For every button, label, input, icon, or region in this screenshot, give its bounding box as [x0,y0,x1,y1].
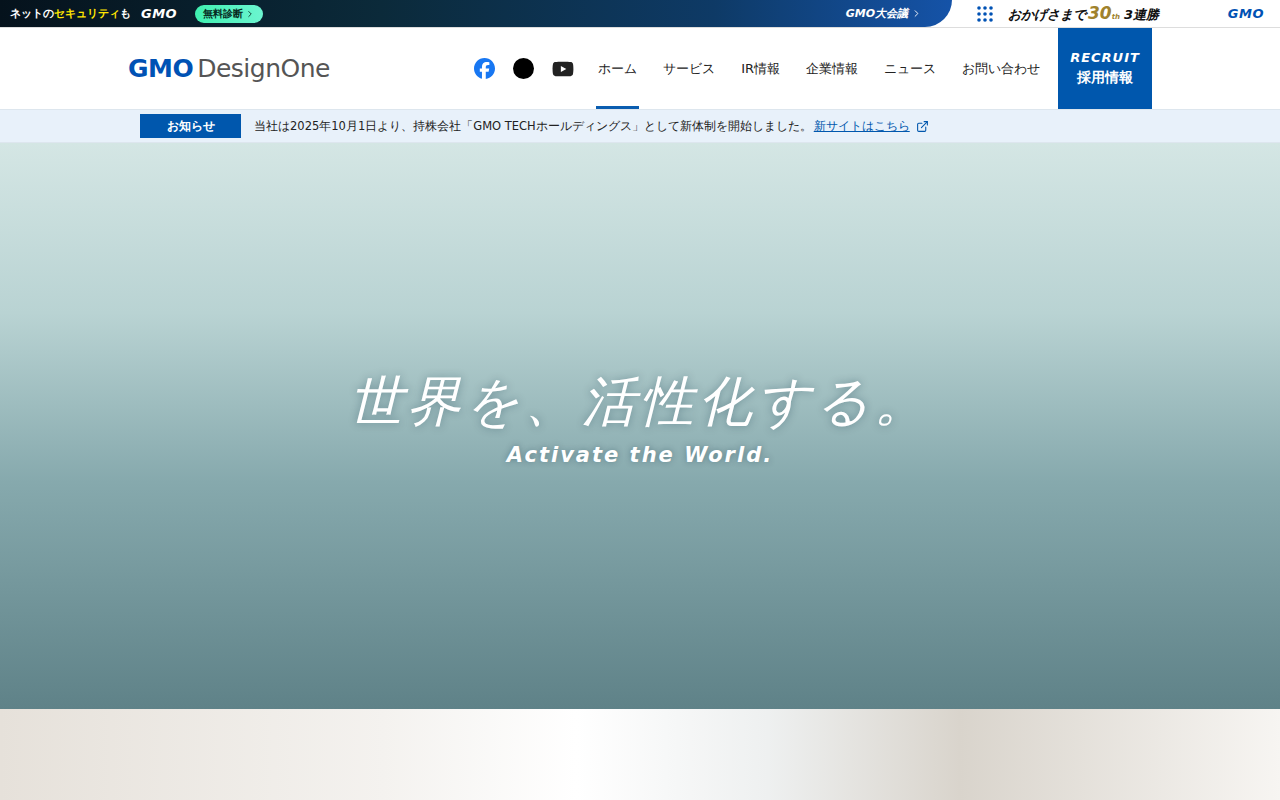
hero: 世界を、活性化する。 Activate the World. [0,143,1280,709]
site-logo[interactable]: GMODesignOne [128,28,330,109]
anniversary-text: おかげさまで30th3連勝 [1008,3,1204,24]
gmo-top-bar: ネットのセキュリティも GMO 無料診断 GMO大会議 おかげさまで30th3連勝 GMO [0,0,1280,28]
nav-item[interactable]: 企業情報 [804,28,860,109]
facebook-link[interactable] [474,58,495,79]
hero-subtitle: Activate the World. [507,443,773,467]
main-nav: ホームサービス IR情報企業情報ニュースお問い合わせRECRUIT採用情報 [474,28,1152,109]
youtube-link[interactable] [552,58,574,80]
tagline-part: も [120,6,131,21]
chevron-right-icon [245,9,255,19]
gmo-logo: GMO [141,6,177,21]
new-site-link[interactable]: 新サイトはこちら [814,119,929,134]
nav-item[interactable]: ホーム [596,28,639,109]
hero-title: 世界を、活性化する。 [349,366,932,439]
chevron-right-icon [911,8,922,19]
social-links [474,28,574,109]
nav-list: ホームサービス IR情報企業情報ニュースお問い合わせ [596,28,1042,109]
site-header: GMODesignOne ホームサービス IR情報企業情報ニュースお問い合わせREC… [0,28,1280,109]
notice-text: 当社は2025年10月1日より、持株会社「GMO TECHホールディングス」とし… [254,119,929,134]
youtube-icon [552,58,574,80]
notice-badge: お知らせ [140,114,241,138]
x-icon [513,58,534,79]
grid-menu-icon[interactable] [976,5,994,23]
tagline-part: セキュリティ [54,6,120,21]
nav-item[interactable]: IR情報 [739,28,782,109]
tagline-part: ネットの [10,6,54,21]
notice-bar: お知らせ当社は2025年10月1日より、持株会社「GMO TECHホールディング… [0,109,1280,143]
gmo-group-bar: おかげさまで30th3連勝 GMO [952,0,1280,27]
recruit-button[interactable]: RECRUIT採用情報 [1058,28,1152,109]
page: ネットのセキュリティも GMO 無料診断 GMO大会議 おかげさまで30th3連勝 GMO… [0,0,1280,800]
summit-link[interactable]: GMO大会議 [846,6,922,21]
photo-strip [0,709,1280,800]
gmo-banner[interactable]: ネットのセキュリティも GMO 無料診断 GMO大会議 [0,0,952,27]
facebook-icon [474,58,495,79]
x-link[interactable] [513,58,534,79]
gmo-logo[interactable]: GMO [1228,6,1264,21]
nav-item[interactable]: サービス [661,28,717,109]
nav-item[interactable]: ニュース [882,28,938,109]
external-link-icon [916,120,929,133]
nav-item[interactable]: お問い合わせ [960,28,1042,109]
security-tagline[interactable]: ネットのセキュリティも GMO [10,6,177,21]
diagnose-button[interactable]: 無料診断 [195,5,263,23]
